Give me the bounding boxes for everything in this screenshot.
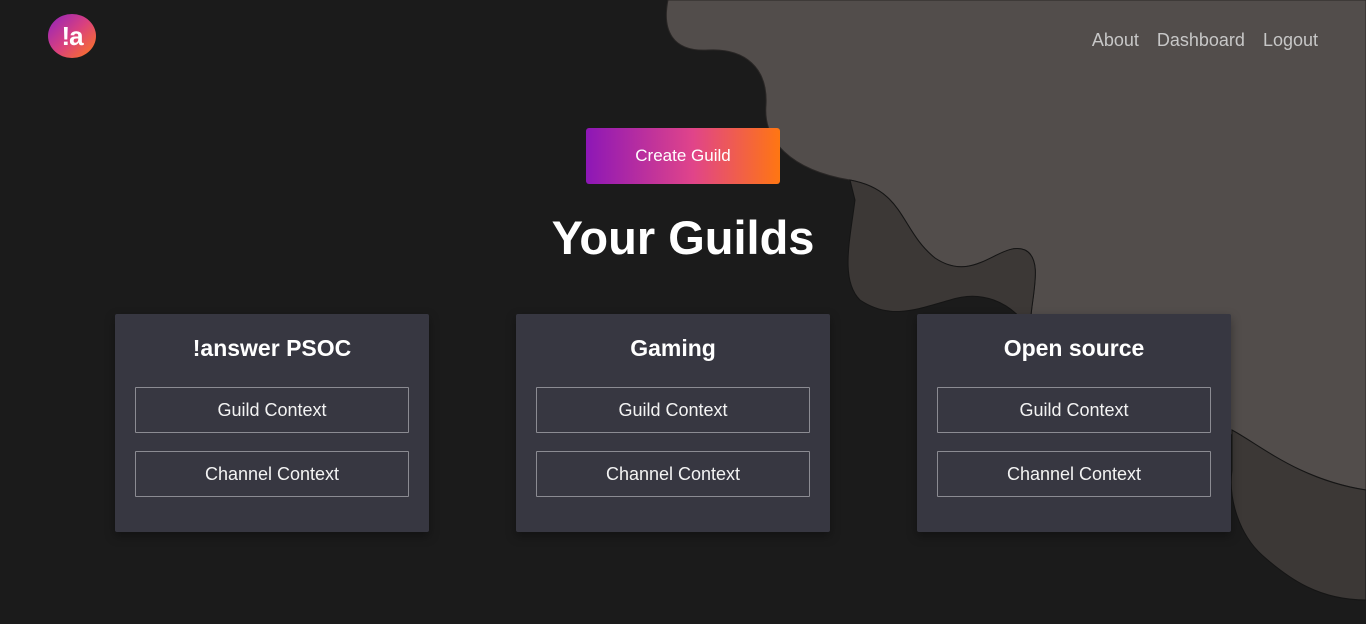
guild-card: Open source Guild Context Channel Contex… [917, 314, 1231, 532]
nav-link-about[interactable]: About [1092, 29, 1139, 51]
nav-link-logout[interactable]: Logout [1263, 29, 1318, 51]
channel-context-button[interactable]: Channel Context [937, 451, 1211, 497]
create-guild-button[interactable]: Create Guild [586, 128, 780, 184]
logo-text: !a [61, 21, 83, 51]
guild-name: !answer PSOC [192, 335, 352, 361]
page: !a About Dashboard Logout Create Guild Y… [0, 0, 1366, 624]
guild-name: Open source [1003, 335, 1145, 361]
guild-card: Gaming Guild Context Channel Context [516, 314, 830, 532]
channel-context-button[interactable]: Channel Context [135, 451, 409, 497]
guild-context-button[interactable]: Guild Context [536, 387, 810, 433]
top-nav: About Dashboard Logout [1092, 29, 1318, 51]
page-title: Your Guilds [551, 211, 815, 264]
channel-context-button[interactable]: Channel Context [536, 451, 810, 497]
guild-name: Gaming [630, 335, 716, 361]
guild-card: !answer PSOC Guild Context Channel Conte… [115, 314, 429, 532]
guild-context-button[interactable]: Guild Context [937, 387, 1211, 433]
nav-link-dashboard[interactable]: Dashboard [1157, 29, 1245, 51]
guild-context-button[interactable]: Guild Context [135, 387, 409, 433]
logo[interactable]: !a [48, 14, 96, 58]
